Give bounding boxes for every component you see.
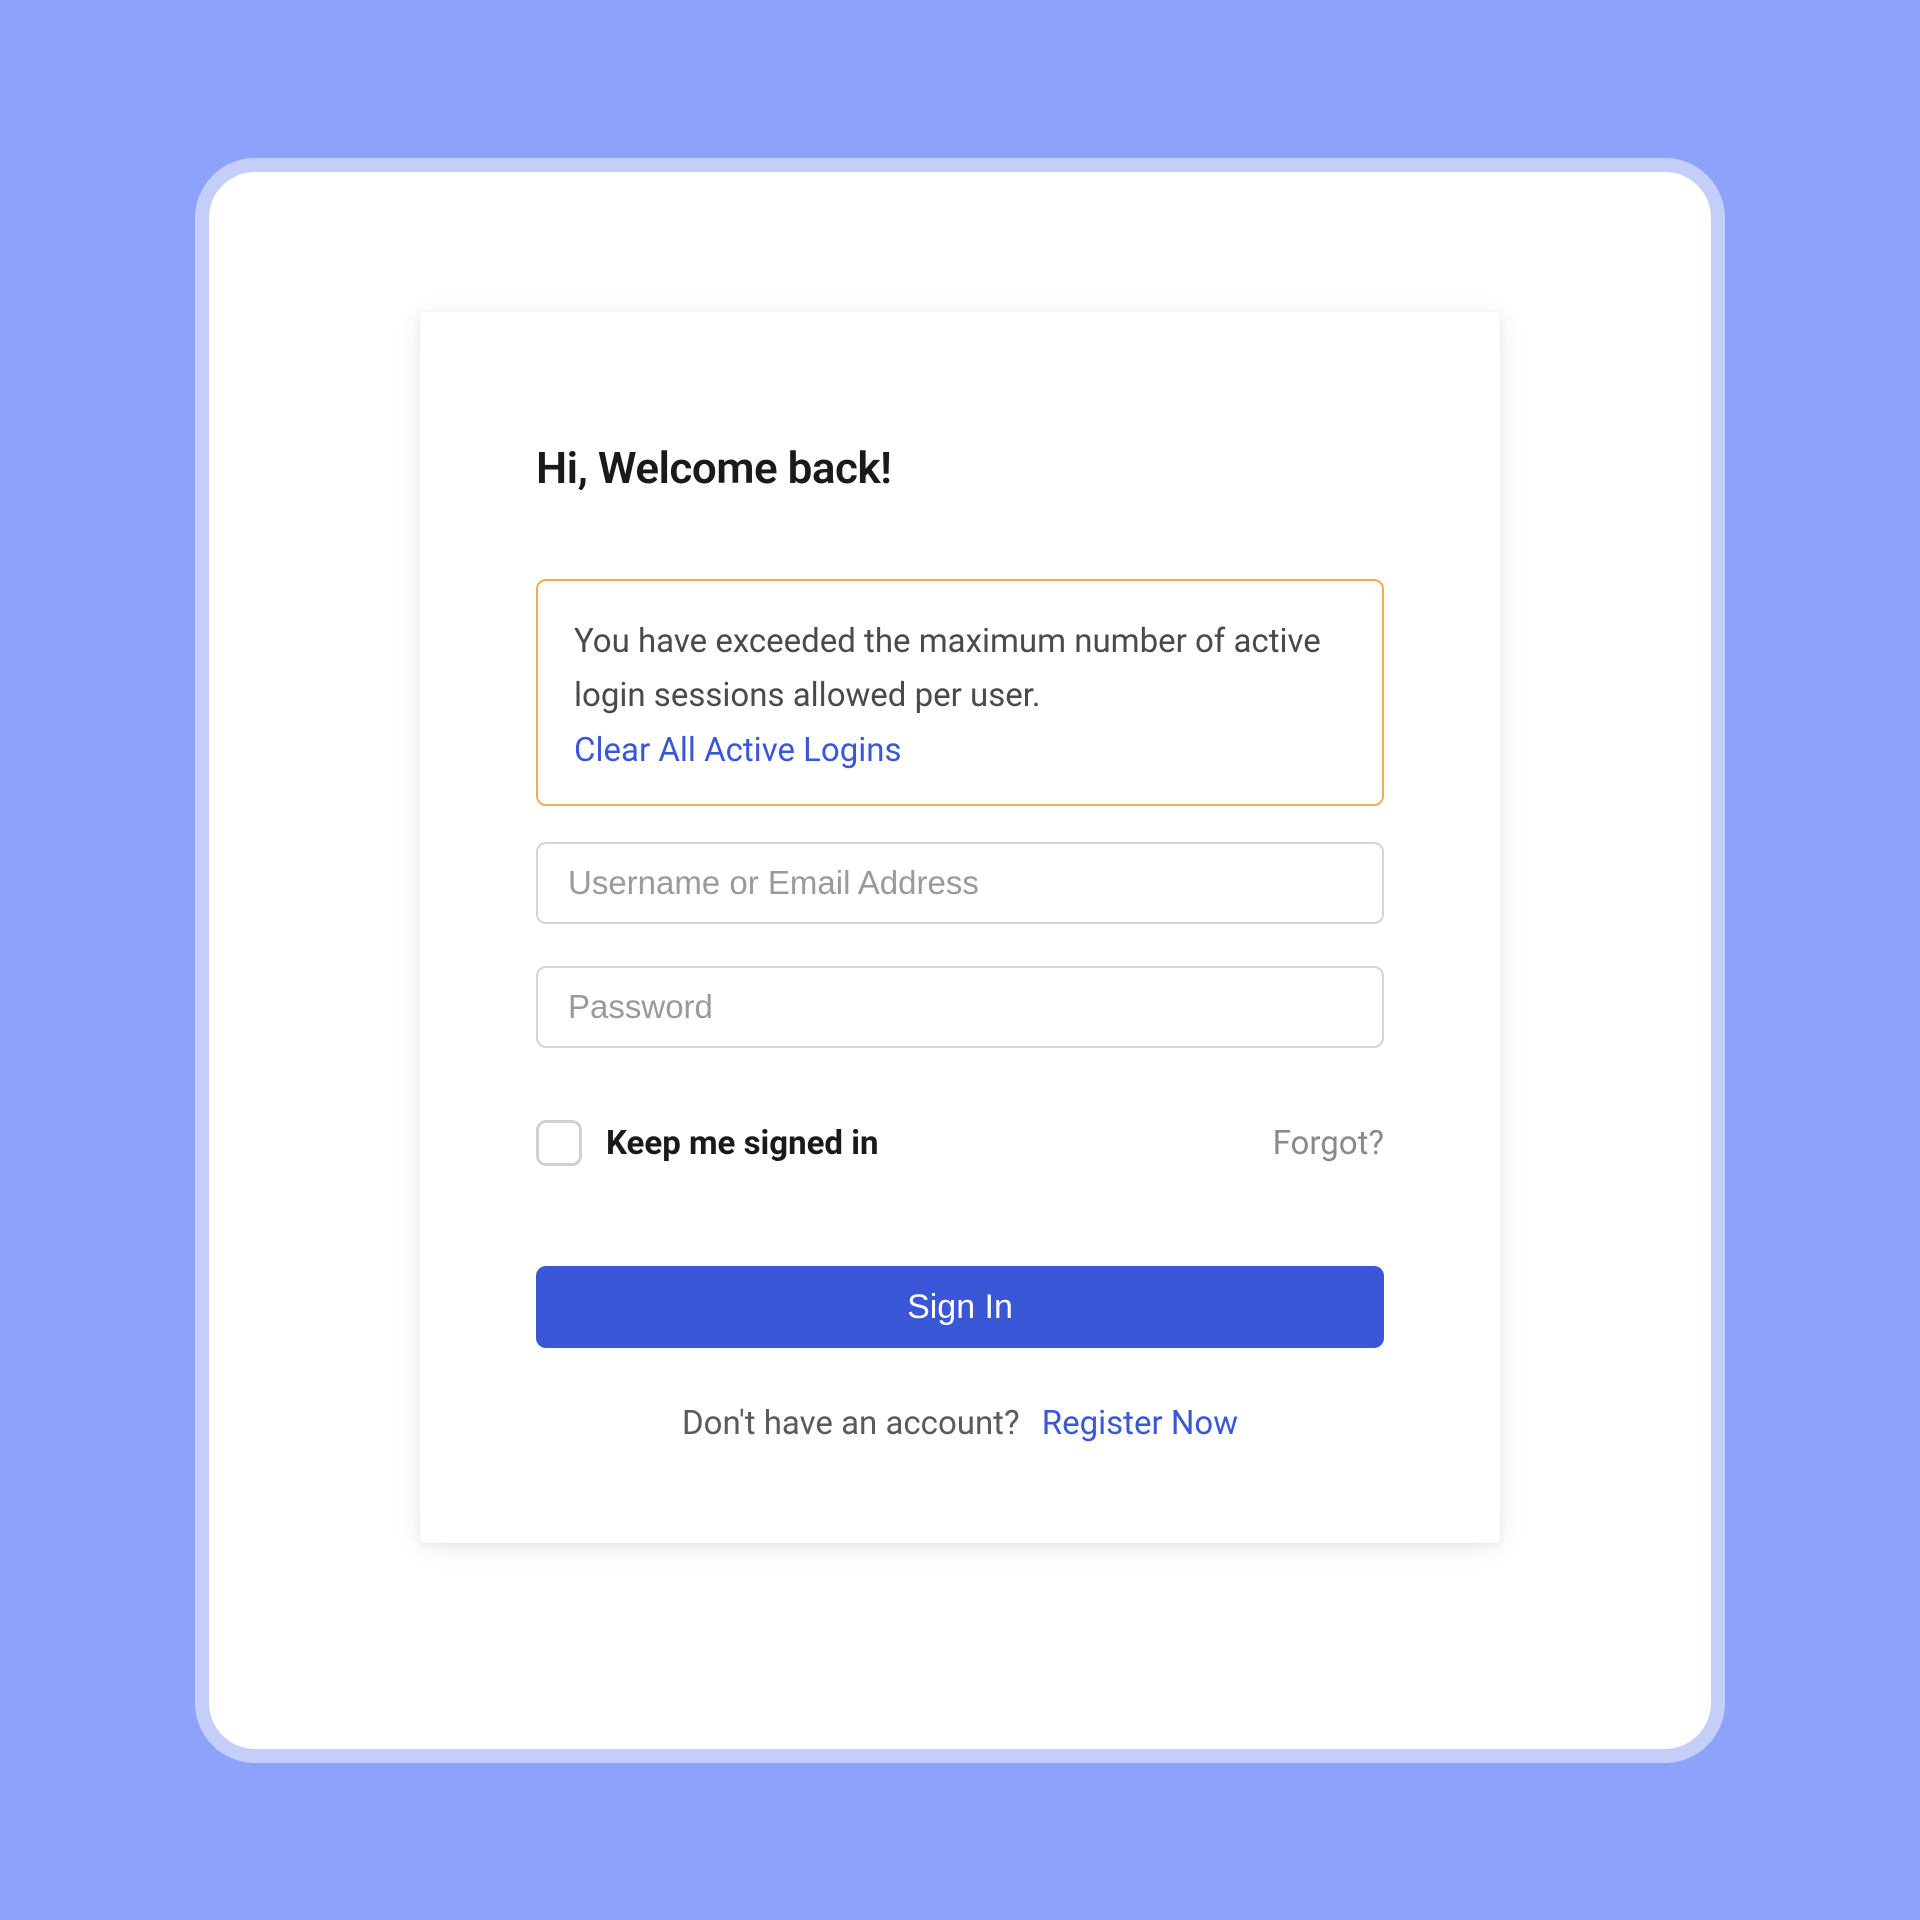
session-alert: You have exceeded the maximum number of … bbox=[536, 579, 1384, 807]
keep-signed-in-wrap: Keep me signed in bbox=[536, 1120, 878, 1166]
clear-logins-link[interactable]: Clear All Active Logins bbox=[574, 731, 902, 770]
forgot-link[interactable]: Forgot? bbox=[1273, 1124, 1384, 1163]
username-input[interactable] bbox=[536, 842, 1384, 924]
register-link[interactable]: Register Now bbox=[1042, 1404, 1238, 1443]
outer-card: Hi, Welcome back! You have exceeded the … bbox=[195, 158, 1725, 1763]
register-row: Don't have an account? Register Now bbox=[536, 1404, 1384, 1443]
keep-signed-in-label: Keep me signed in bbox=[606, 1124, 878, 1163]
alert-message: You have exceeded the maximum number of … bbox=[574, 615, 1346, 724]
welcome-heading: Hi, Welcome back! bbox=[536, 442, 1384, 494]
options-row: Keep me signed in Forgot? bbox=[536, 1120, 1384, 1166]
register-prompt: Don't have an account? bbox=[682, 1404, 1020, 1443]
signin-button[interactable]: Sign In bbox=[536, 1266, 1384, 1348]
keep-signed-in-checkbox[interactable] bbox=[536, 1120, 582, 1166]
password-input[interactable] bbox=[536, 966, 1384, 1048]
login-card: Hi, Welcome back! You have exceeded the … bbox=[420, 312, 1500, 1544]
